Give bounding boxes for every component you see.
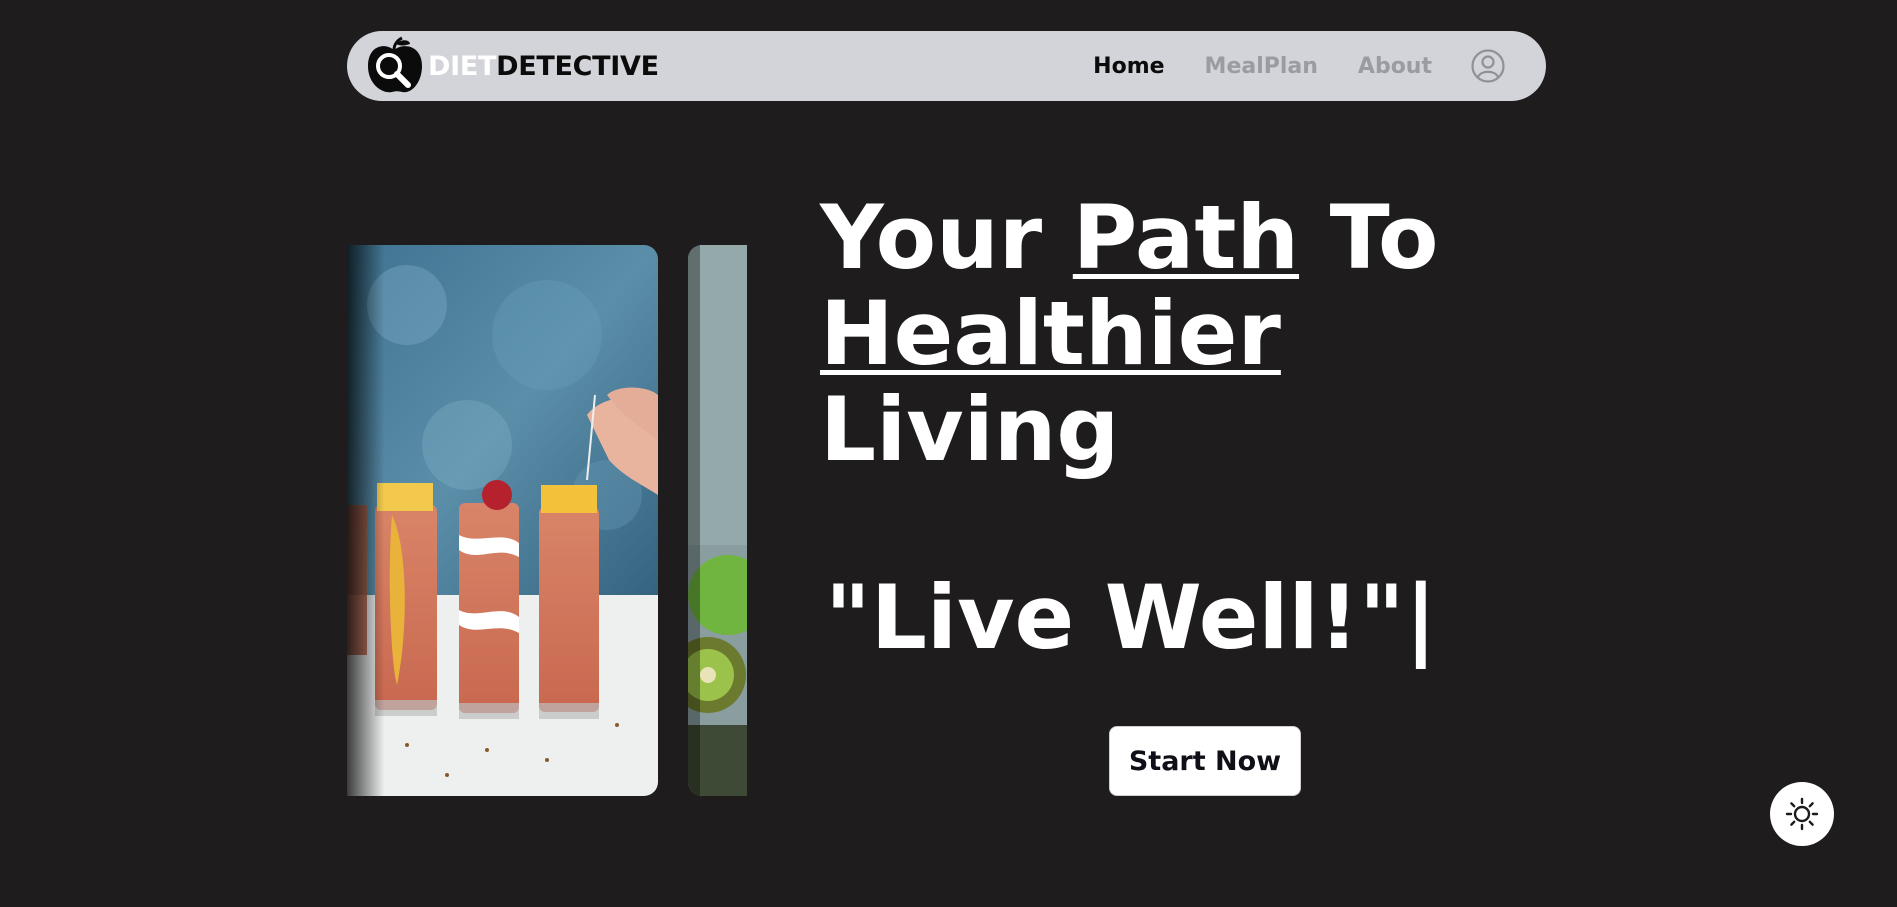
brand-name-detective: DETECTIVE bbox=[496, 50, 659, 82]
kiwi-apple-image bbox=[688, 245, 747, 796]
carousel-slide-smoothies[interactable] bbox=[347, 245, 658, 796]
smoothie-image bbox=[347, 245, 658, 796]
apple-magnifier-icon bbox=[368, 36, 422, 93]
theme-toggle-button[interactable] bbox=[1770, 782, 1834, 846]
hero-title-word-underlined: Healthier bbox=[820, 282, 1281, 385]
navbar: DIETDETECTIVE Home MealPlan About bbox=[347, 31, 1546, 101]
user-circle-icon[interactable] bbox=[1470, 48, 1506, 84]
sun-icon bbox=[1785, 797, 1819, 831]
nav-about[interactable]: About bbox=[1358, 54, 1432, 79]
image-carousel[interactable] bbox=[347, 245, 747, 796]
hero-title-word: To bbox=[1329, 186, 1439, 289]
hero-typed-quote: "Live Well!"| bbox=[825, 566, 1437, 669]
nav-mealplan[interactable]: MealPlan bbox=[1205, 54, 1318, 79]
carousel-slide-kiwi[interactable] bbox=[688, 245, 747, 796]
brand-name: DIETDETECTIVE bbox=[428, 51, 659, 82]
brand-logo[interactable]: DIETDETECTIVE bbox=[362, 36, 659, 96]
nav-home[interactable]: Home bbox=[1093, 54, 1164, 79]
hero-title-word-underlined: Path bbox=[1072, 186, 1300, 289]
hero-title-word: Living bbox=[820, 378, 1120, 481]
hero-title: Your Path To Healthier Living bbox=[820, 190, 1520, 478]
brand-name-diet: DIET bbox=[428, 50, 497, 82]
start-now-button[interactable]: Start Now bbox=[1109, 726, 1301, 796]
hero-title-word: Your bbox=[820, 186, 1043, 289]
nav-links: Home MealPlan About bbox=[1053, 31, 1506, 101]
